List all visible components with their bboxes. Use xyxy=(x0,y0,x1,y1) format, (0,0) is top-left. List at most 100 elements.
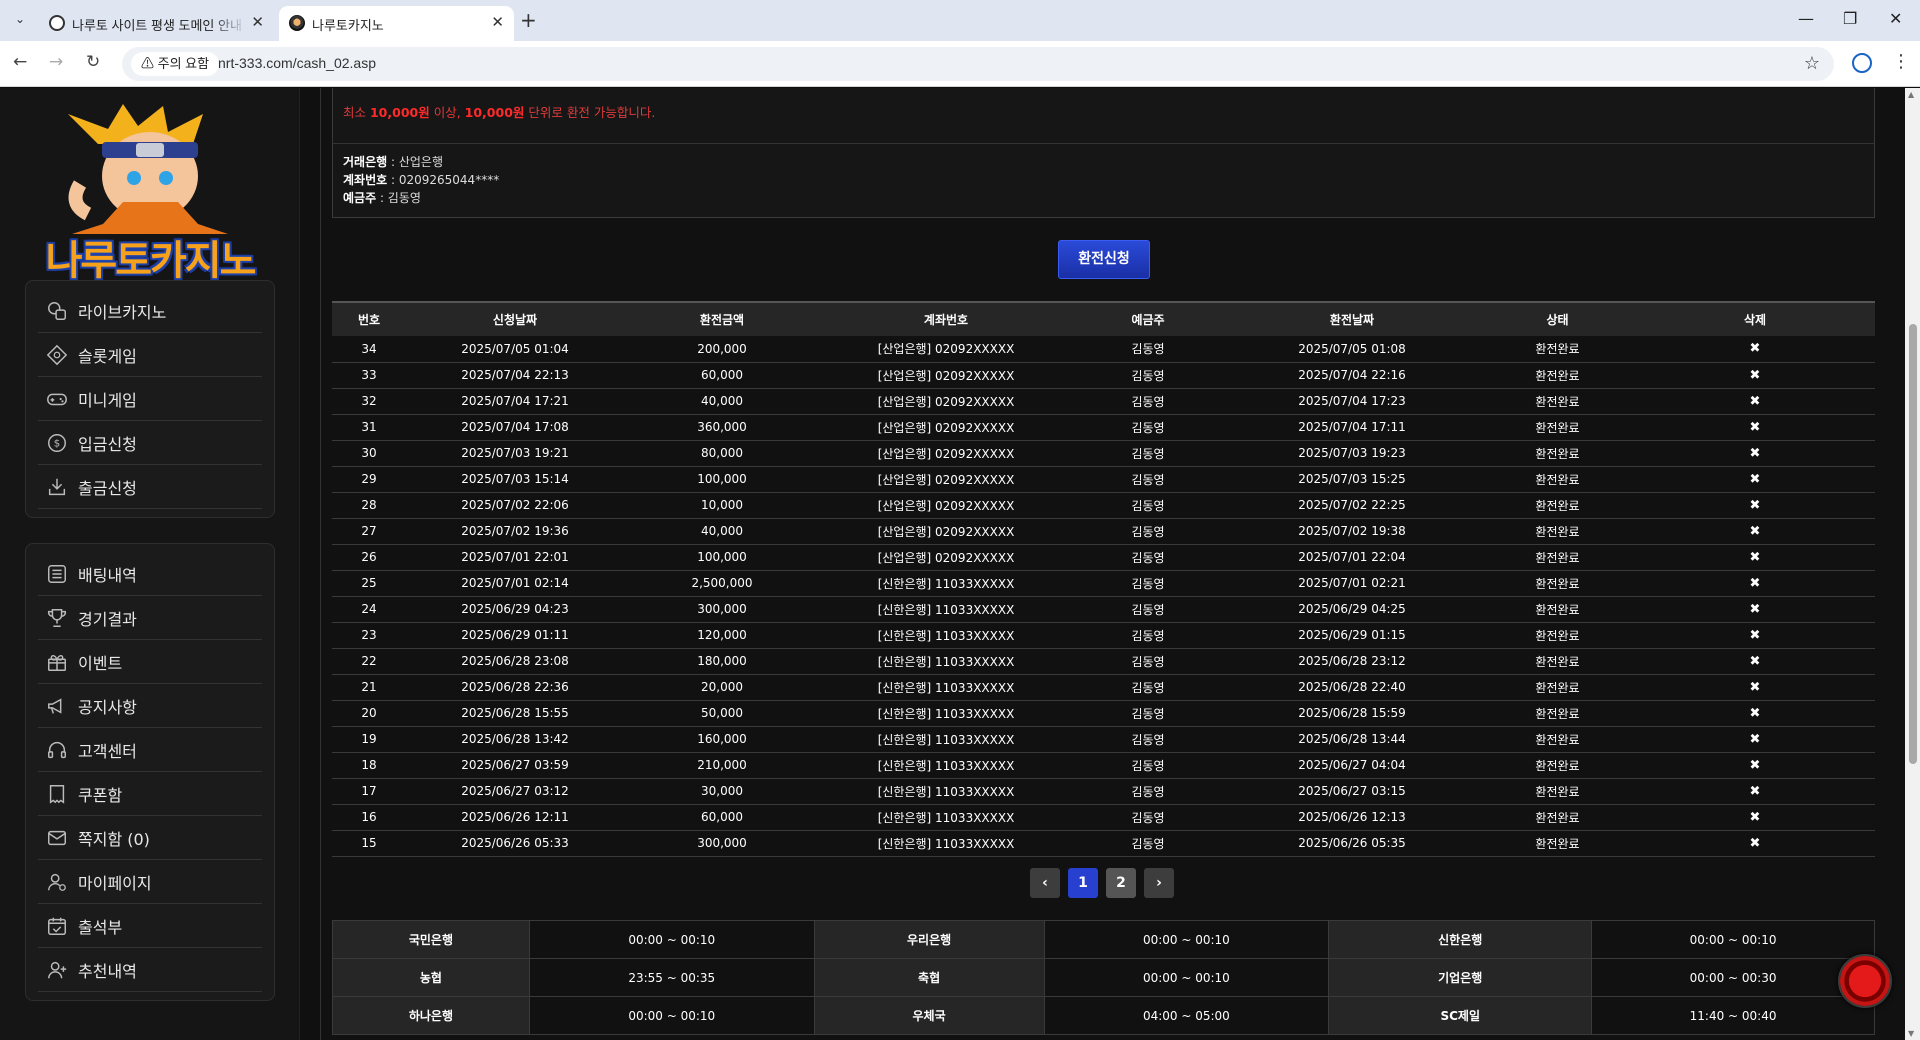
delete-x-icon[interactable]: ✖ xyxy=(1750,732,1761,747)
sidebar-item-mini-game[interactable]: 미니게임 xyxy=(38,377,262,421)
site-logo[interactable]: 나루토카지노 xyxy=(28,104,272,284)
cell-status: 환전완료 xyxy=(1480,752,1635,779)
delete-x-icon[interactable]: ✖ xyxy=(1750,524,1761,539)
account-bank-value: : 산업은행 xyxy=(387,155,444,169)
delete-x-icon[interactable]: ✖ xyxy=(1750,810,1761,825)
delete-x-icon[interactable]: ✖ xyxy=(1750,758,1761,773)
cell-holder: 김동영 xyxy=(1072,388,1224,415)
back-arrow-icon[interactable]: ← xyxy=(13,52,27,72)
sidebar-item-messages[interactable]: 쪽지함 (0) xyxy=(38,816,262,860)
delete-x-icon[interactable]: ✖ xyxy=(1750,784,1761,799)
cell-account: [신한은행] 11033XXXXX xyxy=(820,700,1072,727)
sidebar-item-betting-history[interactable]: 배팅내역 xyxy=(38,552,262,596)
delete-x-icon[interactable]: ✖ xyxy=(1750,706,1761,721)
delete-x-icon[interactable]: ✖ xyxy=(1750,472,1761,487)
cell-account: [신한은행] 11033XXXXX xyxy=(820,778,1072,805)
sidebar-item-mypage[interactable]: 마이페이지 xyxy=(38,860,262,904)
cell-exchange-date: 2025/07/03 15:25 xyxy=(1224,466,1480,493)
tab-close-icon[interactable]: ✕ xyxy=(251,13,264,31)
cell-request-date: 2025/06/26 12:11 xyxy=(406,804,624,831)
warning-triangle-icon: ⚠ xyxy=(141,56,155,71)
browser-menu-kebab-icon[interactable]: ⋮ xyxy=(1892,51,1910,72)
cell-number: 33 xyxy=(332,362,406,389)
delete-x-icon[interactable]: ✖ xyxy=(1750,836,1761,851)
security-warning-chip[interactable]: ⚠ 주의 요함 xyxy=(131,52,220,76)
trophy-icon xyxy=(47,608,67,627)
cell-number: 30 xyxy=(332,440,406,467)
cell-status: 환전완료 xyxy=(1480,440,1635,467)
sidebar-item-live-casino[interactable]: 라이브카지노 xyxy=(38,289,262,333)
browser-tab-domain-notice[interactable]: 나루토 사이트 평생 도메인 안내 ✕ xyxy=(39,6,274,41)
cell-delete: ✖ xyxy=(1635,440,1875,467)
coupon-icon xyxy=(49,784,65,804)
sidebar-item-label: 추천내역 xyxy=(78,961,137,981)
profile-avatar-icon[interactable] xyxy=(1852,53,1872,73)
sidebar-item-notice[interactable]: 공지사항 xyxy=(38,684,262,728)
bank-name: 우체국 xyxy=(813,996,1045,1035)
mail-icon xyxy=(48,830,66,845)
sidebar-item-attendance[interactable]: 출석부 xyxy=(38,904,262,948)
sidebar-item-slot-game[interactable]: 슬롯게임 xyxy=(38,333,262,377)
delete-x-icon[interactable]: ✖ xyxy=(1750,368,1761,383)
cell-account: [산업은행] 02092XXXXX xyxy=(820,440,1072,467)
notice-text: 이상, xyxy=(429,105,465,120)
scroll-down-arrow-icon[interactable]: ▼ xyxy=(1908,1029,1914,1038)
sidebar-item-referral[interactable]: 추천내역 xyxy=(38,948,262,992)
tab-search-chevron-icon[interactable]: ⌄ xyxy=(9,8,31,30)
floating-chat-button[interactable] xyxy=(1838,954,1892,1008)
tab-title: 나루토 사이트 평생 도메인 안내 xyxy=(72,18,242,33)
bank-name: SC제일 xyxy=(1328,996,1593,1035)
delete-x-icon[interactable]: ✖ xyxy=(1750,576,1761,591)
pagination-page-1[interactable]: 1 xyxy=(1068,868,1098,898)
sidebar-item-event[interactable]: 이벤트 xyxy=(38,640,262,684)
scrollbar-thumb[interactable] xyxy=(1909,324,1917,764)
pagination-next-button[interactable]: › xyxy=(1144,868,1174,898)
delete-x-icon[interactable]: ✖ xyxy=(1750,498,1761,513)
bookmark-star-icon[interactable]: ☆ xyxy=(1804,53,1820,74)
withdraw-apply-button[interactable]: 환전신청 xyxy=(1058,240,1150,279)
scroll-up-arrow-icon[interactable]: ▲ xyxy=(1908,90,1914,99)
cell-holder: 김동영 xyxy=(1072,674,1224,701)
reload-icon[interactable]: ↻ xyxy=(86,52,100,72)
download-tray-icon xyxy=(48,478,66,495)
sidebar-item-deposit[interactable]: $ 입금신청 xyxy=(38,421,262,465)
sidebar-item-match-results[interactable]: 경기결과 xyxy=(38,596,262,640)
sidebar-item-label: 라이브카지노 xyxy=(78,302,167,322)
window-restore-icon[interactable]: ❐ xyxy=(1843,9,1857,28)
sidebar-item-label: 입금신청 xyxy=(78,434,137,454)
delete-x-icon[interactable]: ✖ xyxy=(1750,341,1761,356)
cell-delete: ✖ xyxy=(1635,648,1875,675)
new-tab-plus-icon[interactable]: + xyxy=(520,8,537,32)
withdraw-history-table: 번호 신청날짜 환전금액 계좌번호 예금주 환전날짜 상태 삭제 34 2025/… xyxy=(332,301,1875,857)
bank-maintenance-time: 00:00 ~ 00:10 xyxy=(1043,920,1330,959)
bank-maintenance-time: 00:00 ~ 00:10 xyxy=(528,920,815,959)
sidebar-item-withdraw[interactable]: 출금신청 xyxy=(38,465,262,509)
delete-x-icon[interactable]: ✖ xyxy=(1750,446,1761,461)
cell-number: 16 xyxy=(332,804,406,831)
cell-account: [산업은행] 02092XXXXX xyxy=(820,388,1072,415)
cell-status: 환전완료 xyxy=(1480,596,1635,623)
table-row: 27 2025/07/02 19:36 40,000 [산업은행] 02092XXXX… xyxy=(332,518,1875,545)
delete-x-icon[interactable]: ✖ xyxy=(1750,602,1761,617)
delete-x-icon[interactable]: ✖ xyxy=(1750,550,1761,565)
sidebar-item-customer-center[interactable]: 고객센터 xyxy=(38,728,262,772)
tab-close-icon[interactable]: ✕ xyxy=(491,13,504,31)
window-minimize-icon[interactable]: — xyxy=(1798,9,1814,28)
pagination-page-2[interactable]: 2 xyxy=(1106,868,1136,898)
forward-arrow-icon[interactable]: → xyxy=(49,52,63,72)
sidebar-item-coupon[interactable]: 쿠폰함 xyxy=(38,772,262,816)
delete-x-icon[interactable]: ✖ xyxy=(1750,420,1761,435)
pagination-prev-button[interactable]: ‹ xyxy=(1030,868,1060,898)
cell-account: [산업은행] 02092XXXXX xyxy=(820,492,1072,519)
url-text[interactable]: nrt-333.com/cash_02.asp xyxy=(218,55,376,71)
cell-amount: 120,000 xyxy=(624,622,820,649)
delete-x-icon[interactable]: ✖ xyxy=(1750,680,1761,695)
delete-x-icon[interactable]: ✖ xyxy=(1750,394,1761,409)
page-scrollbar[interactable]: ▲ ▼ xyxy=(1905,88,1920,1040)
omnibox[interactable]: ⚠ 주의 요함 nrt-333.com/cash_02.asp ☆ xyxy=(122,47,1834,81)
site-favicon-icon xyxy=(49,15,65,31)
window-close-icon[interactable]: ✕ xyxy=(1889,9,1902,28)
delete-x-icon[interactable]: ✖ xyxy=(1750,628,1761,643)
browser-tab-naruto-casino[interactable]: 나루토카지노 ✕ xyxy=(279,6,514,41)
delete-x-icon[interactable]: ✖ xyxy=(1750,654,1761,669)
